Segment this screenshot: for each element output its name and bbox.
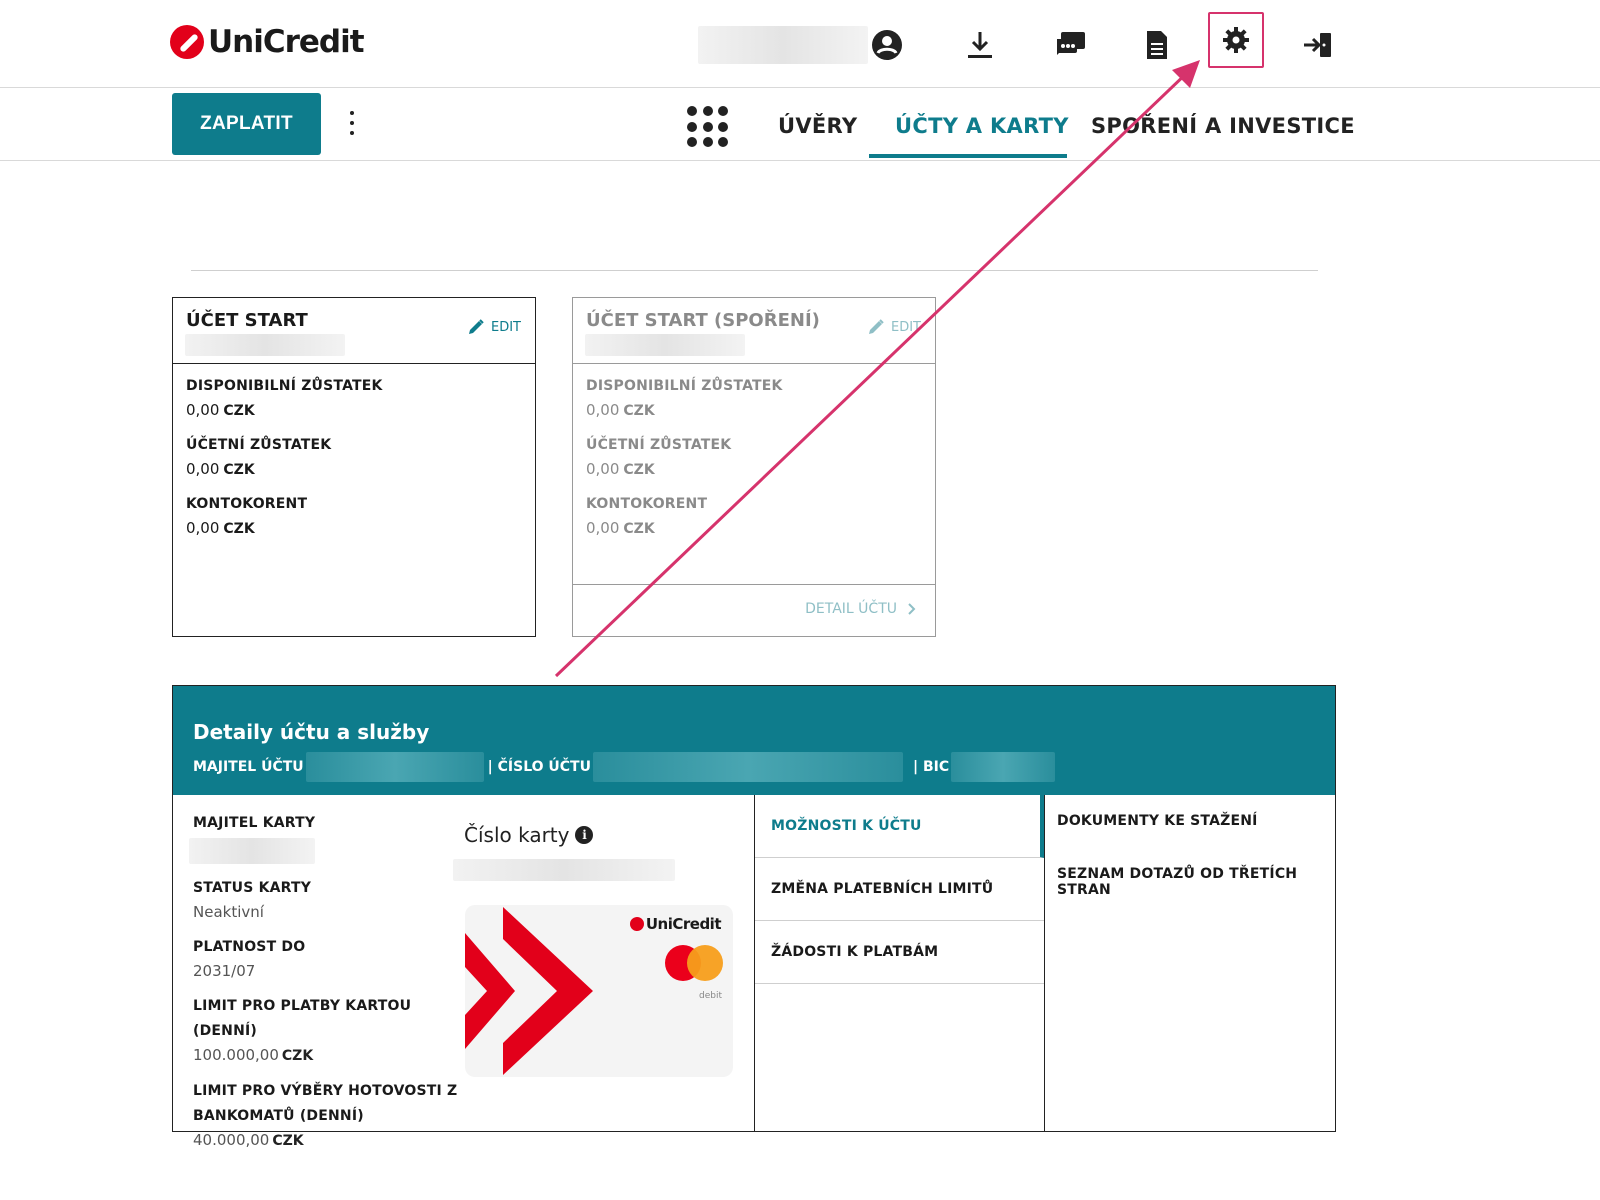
- account-card-start-savings[interactable]: ÚČET START (SPOŘENÍ) EDIT DISPONIBILNÍ Z…: [572, 297, 936, 637]
- card-validity-value: 2031/07: [193, 962, 256, 980]
- bic-redacted: [951, 752, 1056, 782]
- logout-icon[interactable]: [1290, 18, 1344, 72]
- account-card-footer: DETAIL ÚČTU: [573, 584, 935, 636]
- account-card-body: DISPONIBILNÍ ZŮSTATEK 0,00 CZK ÚČETNÍ ZŮS…: [573, 364, 935, 569]
- overdraft-value: 0,00 CZK: [586, 519, 655, 537]
- edit-account-button[interactable]: EDIT: [867, 318, 921, 336]
- account-details-section: Detaily účtu a služby MAJITEL ÚČTU | ČÍS…: [172, 685, 1336, 1149]
- card-holder-redacted: [189, 838, 315, 864]
- edit-label: EDIT: [891, 319, 921, 335]
- user-icon[interactable]: [860, 18, 914, 72]
- account-number-redacted: [585, 334, 745, 356]
- card-number-redacted: [453, 859, 675, 881]
- card-payment-limit-label: LIMIT PRO PLATBY KARTOU (DENNÍ): [193, 998, 412, 1039]
- card-holder-label: MAJITEL KARTY: [193, 815, 316, 831]
- tab-accounts-and-cards[interactable]: ÚČTY A KARTY: [895, 114, 1069, 138]
- available-balance-label: DISPONIBILNÍ ZŮSTATEK: [586, 378, 783, 394]
- account-owner-redacted: [305, 752, 484, 782]
- option-change-payment-limits[interactable]: ZMĚNA PLATEBNÍCH LIMITŮ: [755, 858, 1044, 921]
- account-title: ÚČET START (SPOŘENÍ): [586, 310, 820, 331]
- overdraft-label: KONTOKORENT: [586, 496, 708, 512]
- pay-button[interactable]: ZAPLATIT: [172, 93, 321, 155]
- card-validity-label: PLATNOST DO: [193, 939, 306, 955]
- card-status-label: STATUS KARTY: [193, 880, 312, 896]
- account-card-header: ÚČET START EDIT: [173, 298, 535, 364]
- user-name-redacted: [698, 26, 868, 64]
- available-balance-value: 0,00 CZK: [186, 401, 255, 419]
- account-detail-link[interactable]: DETAIL ÚČTU: [805, 601, 917, 617]
- section-divider: [191, 270, 1318, 271]
- documents-column: DOKUMENTY KE STAŽENÍ SEZNAM DOTAZŮ OD TŘ…: [1045, 795, 1335, 1132]
- unicredit-logo-mark: [629, 917, 644, 931]
- option-payment-requests[interactable]: ŽÁDOSTI K PLATBÁM: [755, 921, 1044, 984]
- pencil-icon: [869, 319, 884, 334]
- account-title: ÚČET START: [186, 310, 308, 331]
- overdraft-label: KONTOKORENT: [186, 496, 308, 512]
- available-balance-label: DISPONIBILNÍ ZŮSTATEK: [186, 378, 383, 394]
- book-balance-value: 0,00 CZK: [186, 460, 255, 478]
- documents-download-link[interactable]: DOKUMENTY KE STAŽENÍ: [1045, 795, 1335, 848]
- third-party-queries-link[interactable]: SEZNAM DOTAZŮ OD TŘETÍCH STRAN: [1045, 848, 1335, 901]
- edit-account-button[interactable]: EDIT: [467, 318, 521, 336]
- chat-icon[interactable]: [1044, 18, 1098, 72]
- details-subheader: MAJITEL ÚČTU | ČÍSLO ÚČTU | BIC: [193, 752, 1059, 782]
- book-balance-label: ÚČETNÍ ZŮSTATEK: [586, 437, 732, 453]
- option-account-options[interactable]: MOŽNOSTI K ÚČTU: [755, 795, 1044, 858]
- account-card-start[interactable]: ÚČET START EDIT DISPONIBILNÍ ZŮSTATEK 0,…: [172, 297, 536, 637]
- card-number-title: Číslo karty i: [464, 823, 594, 847]
- tab-savings-and-investments[interactable]: SPOŘENÍ A INVESTICE: [1091, 114, 1355, 138]
- card-info: MAJITEL KARTY STATUS KARTY Neaktivní PLA…: [189, 811, 463, 1164]
- account-number-redacted: [185, 334, 345, 356]
- main-navigation: ZAPLATIT ÚVĚRY ÚČTY A KARTY SPOŘENÍ A IN…: [0, 88, 1600, 161]
- document-icon[interactable]: [1130, 18, 1184, 72]
- details-header: Detaily účtu a služby MAJITEL ÚČTU | ČÍS…: [173, 686, 1335, 795]
- account-number-label: | ČÍSLO ÚČTU: [487, 759, 591, 775]
- active-tab-indicator: [869, 154, 1067, 158]
- chevron-right-icon: [908, 603, 916, 615]
- edit-label: EDIT: [491, 319, 521, 335]
- debit-card-image: UniCredit debit: [465, 905, 733, 1077]
- atm-limit-label: LIMIT PRO VÝBĚRY HOTOVOSTI Z BANKOMATŮ (…: [193, 1083, 458, 1124]
- account-detail-label: DETAIL ÚČTU: [805, 601, 897, 617]
- card-payment-limit-value: 100.000,00 CZK: [193, 1046, 314, 1064]
- unicredit-logo[interactable]: UniCredit: [170, 22, 365, 62]
- book-balance-value: 0,00 CZK: [586, 460, 655, 478]
- book-balance-label: ÚČETNÍ ZŮSTATEK: [186, 437, 332, 453]
- available-balance-value: 0,00 CZK: [586, 401, 655, 419]
- account-number-redacted: [592, 752, 903, 782]
- overdraft-value: 0,00 CZK: [186, 519, 255, 537]
- apps-grid-icon[interactable]: [687, 106, 729, 148]
- logo-text: UniCredit: [208, 24, 365, 60]
- atm-limit-value: 40.000,00 CZK: [193, 1131, 304, 1149]
- top-header: UniCredit: [0, 0, 1600, 88]
- card-details-column: MAJITEL KARTY STATUS KARTY Neaktivní PLA…: [173, 795, 755, 1149]
- gear-icon[interactable]: [1208, 12, 1264, 68]
- unicredit-logo-mark: [170, 25, 204, 59]
- info-icon[interactable]: i: [575, 826, 594, 844]
- tab-loans[interactable]: ÚVĚRY: [778, 114, 857, 138]
- card-logo: UniCredit: [629, 915, 722, 933]
- pencil-icon: [469, 319, 484, 334]
- card-type: debit: [699, 991, 722, 1001]
- card-status-value: Neaktivní: [193, 903, 264, 921]
- account-card-header: ÚČET START (SPOŘENÍ) EDIT: [573, 298, 935, 364]
- chevron-graphic: [465, 907, 593, 1075]
- account-options-column: MOŽNOSTI K ÚČTU ZMĚNA PLATEBNÍCH LIMITŮ …: [755, 795, 1045, 1132]
- details-title: Detaily účtu a služby: [193, 720, 430, 744]
- bic-label: | BIC: [912, 759, 950, 775]
- download-icon[interactable]: [953, 18, 1007, 72]
- more-options-icon[interactable]: [344, 108, 360, 138]
- mastercard-logo: [665, 945, 723, 981]
- account-card-body: DISPONIBILNÍ ZŮSTATEK 0,00 CZK ÚČETNÍ ZŮS…: [173, 364, 535, 569]
- account-owner-label: MAJITEL ÚČTU: [193, 759, 304, 775]
